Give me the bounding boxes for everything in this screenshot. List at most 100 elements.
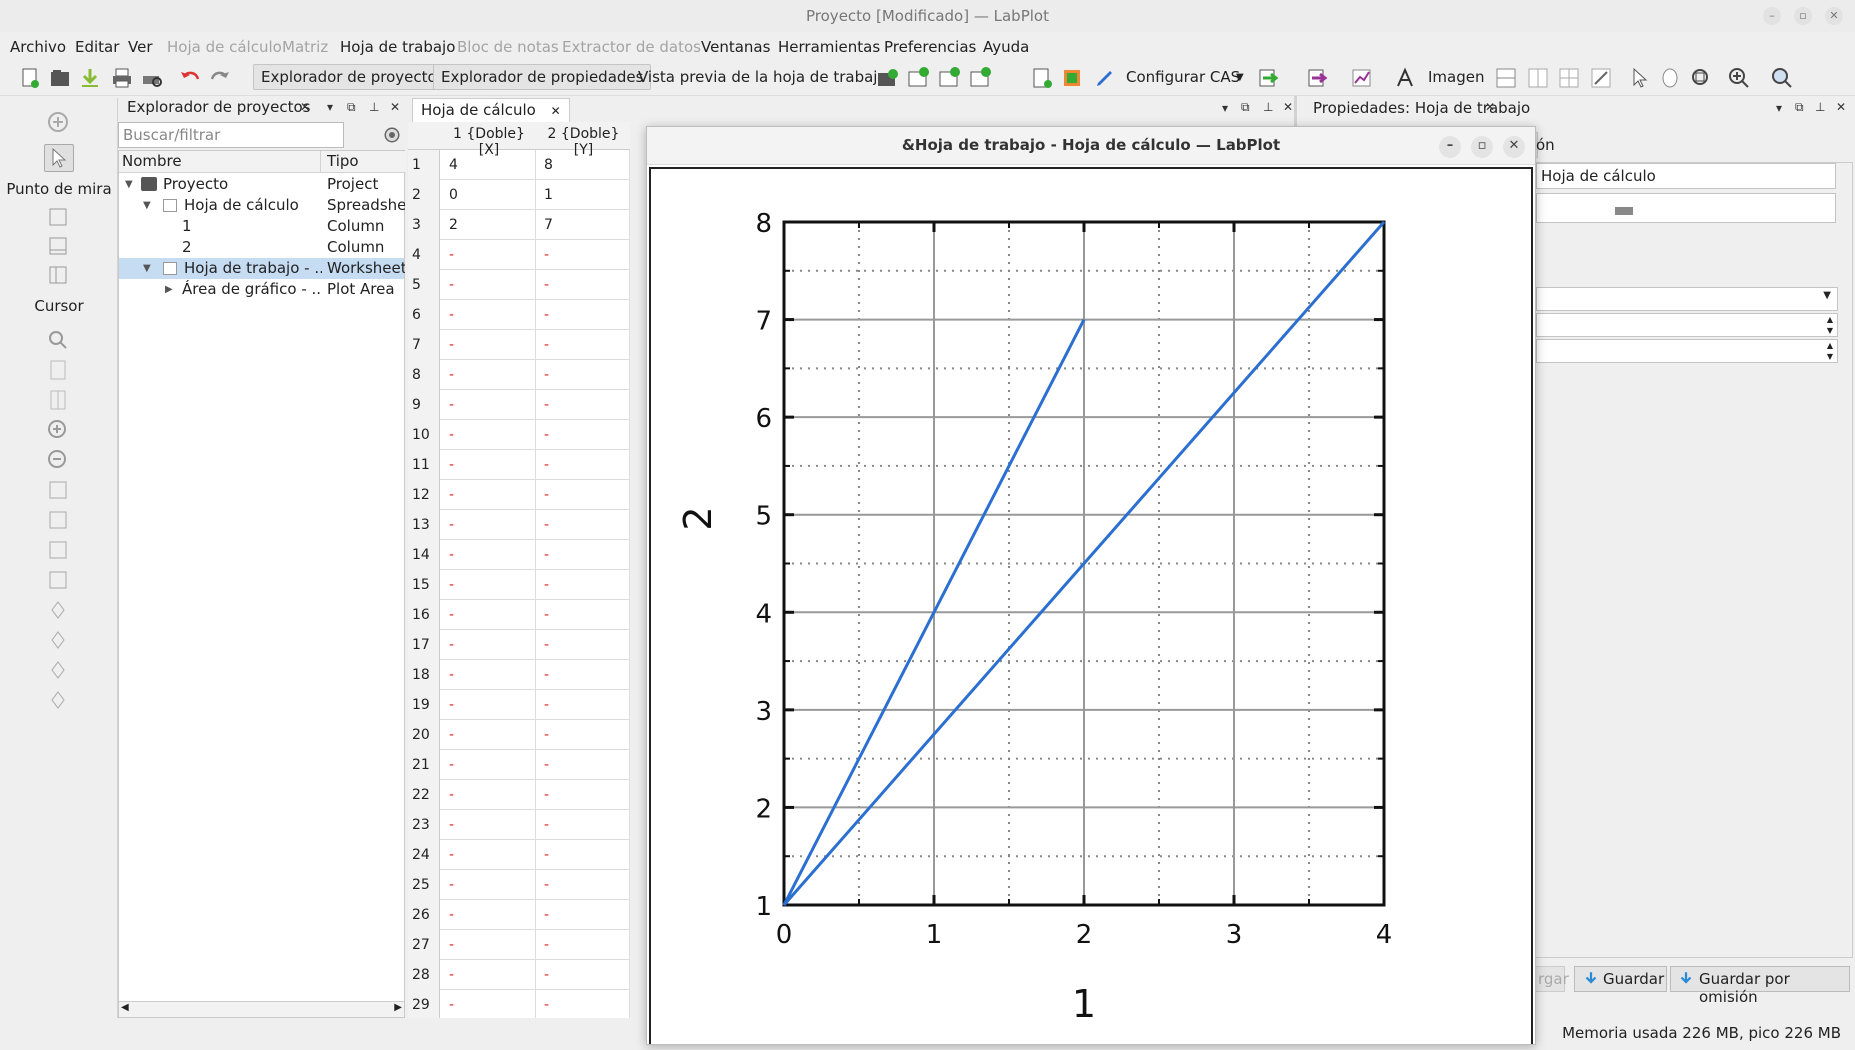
text-label-icon[interactable] [1393, 66, 1417, 90]
zoom-selection-icon[interactable] [46, 205, 70, 229]
select-mode-icon[interactable] [1627, 66, 1651, 90]
cell-x[interactable]: - [442, 750, 536, 780]
break-layout-icon[interactable] [1589, 66, 1613, 90]
horizontal-scrollbar[interactable]: ◀ ▶ [119, 1001, 404, 1017]
layout-horizontal-icon[interactable] [1526, 66, 1550, 90]
float-icon[interactable]: ⧉ [1795, 100, 1804, 115]
row-number[interactable]: 27 [408, 930, 440, 960]
close-dock-icon[interactable]: ✕ [390, 100, 400, 114]
undo-icon[interactable] [178, 66, 202, 90]
row-number[interactable]: 9 [408, 390, 440, 420]
cell-y[interactable]: - [537, 240, 630, 270]
cell-y[interactable]: - [537, 960, 630, 990]
cell-x[interactable]: - [442, 420, 536, 450]
chevron-down-icon[interactable]: ▾ [1222, 101, 1228, 115]
cell-x[interactable]: 0 [442, 180, 536, 210]
col-name-header[interactable]: Nombre [122, 152, 182, 170]
cell-y[interactable]: - [537, 360, 630, 390]
menu-archivo[interactable]: Archivo [10, 38, 66, 56]
import-icon[interactable] [1257, 66, 1281, 90]
height-spinbox[interactable]: ▲ ▼ [1536, 339, 1838, 363]
cell-x[interactable]: - [442, 330, 536, 360]
row-number[interactable]: 28 [408, 960, 440, 990]
shift-up-icon[interactable] [46, 658, 70, 682]
pin-icon[interactable]: ⊥ [1815, 100, 1825, 114]
cell-y[interactable]: - [537, 420, 630, 450]
cell-y[interactable]: 7 [537, 210, 630, 240]
crosshair-label[interactable]: Punto de mira [0, 180, 118, 198]
row-number[interactable]: 20 [408, 720, 440, 750]
new-matrix-icon[interactable] [937, 66, 961, 90]
cell-y[interactable]: 1 [537, 180, 630, 210]
cell-x[interactable]: - [442, 690, 536, 720]
row-number[interactable]: 24 [408, 840, 440, 870]
close-icon[interactable]: ✕ [1825, 7, 1843, 25]
shift-left-icon[interactable] [46, 598, 70, 622]
maximize-icon[interactable]: ▫ [1471, 136, 1493, 158]
cell-x[interactable]: - [442, 510, 536, 540]
row-number[interactable]: 3 [408, 210, 440, 240]
cell-x[interactable]: - [442, 450, 536, 480]
cell-x[interactable]: - [442, 480, 536, 510]
cell-y[interactable]: - [537, 990, 630, 1020]
new-spreadsheet-icon[interactable] [906, 66, 930, 90]
cell-y[interactable]: - [537, 450, 630, 480]
tree-row-project[interactable]: ▼ Proyecto Project [119, 174, 404, 195]
open-folder-icon[interactable] [48, 66, 72, 90]
pin-icon[interactable]: ⊥ [1263, 100, 1273, 114]
cell-y[interactable]: - [537, 660, 630, 690]
menu-herramientas[interactable]: Herramientas [778, 38, 880, 56]
cell-y[interactable]: - [537, 870, 630, 900]
load-button[interactable]: rgar [1535, 966, 1569, 992]
chevron-down-icon[interactable]: ▼ [143, 195, 151, 216]
row-number[interactable]: 23 [408, 810, 440, 840]
data-picker-icon[interactable] [1061, 66, 1085, 90]
close-icon[interactable]: ✕ [1283, 100, 1293, 114]
row-number[interactable]: 12 [408, 480, 440, 510]
col-header-x[interactable]: 1 {Doble} [X] [442, 126, 536, 158]
redo-icon[interactable] [208, 66, 232, 90]
tree-row-column-1[interactable]: 1 Column [119, 216, 404, 237]
spinner-icon[interactable]: ▲ ▼ [1827, 314, 1833, 336]
cell-x[interactable]: - [442, 870, 536, 900]
row-number[interactable]: 4 [408, 240, 440, 270]
zoom-out-icon[interactable] [46, 448, 70, 472]
cell-y[interactable]: - [537, 570, 630, 600]
chevron-right-icon[interactable]: ▶ [165, 279, 173, 300]
menu-hoja-calculo[interactable]: Hoja de cálculo [167, 38, 282, 56]
page-icon[interactable] [46, 358, 70, 382]
export-icon[interactable] [1306, 66, 1330, 90]
new-worksheet-icon[interactable] [968, 66, 992, 90]
tab-spreadsheet[interactable]: Hoja de cálculo ✕ [412, 98, 570, 122]
cell-x[interactable]: - [442, 600, 536, 630]
add-icon[interactable] [46, 110, 70, 134]
cell-x[interactable]: - [442, 570, 536, 600]
row-number[interactable]: 19 [408, 690, 440, 720]
new-folder-icon[interactable] [875, 66, 899, 90]
shift-right-icon[interactable] [46, 628, 70, 652]
image-button[interactable]: Imagen [1428, 68, 1484, 86]
tree-row-column-2[interactable]: 2 Column [119, 237, 404, 258]
close-icon[interactable]: ✕ [300, 100, 310, 114]
menu-ayuda[interactable]: Ayuda [983, 38, 1029, 56]
new-notes-icon[interactable] [1030, 66, 1054, 90]
chevron-down-icon[interactable]: ▼ [1236, 72, 1244, 83]
property-explorer-button[interactable]: Explorador de propiedades [433, 64, 652, 90]
menu-extractor-datos[interactable]: Extractor de datos [562, 38, 701, 56]
navigation-mode-icon[interactable] [1658, 66, 1682, 90]
menu-preferencias[interactable]: Preferencias [884, 38, 976, 56]
magnifier-icon[interactable] [46, 328, 70, 352]
cell-y[interactable]: - [537, 600, 630, 630]
float-icon[interactable]: ⧉ [1241, 100, 1250, 115]
cell-y[interactable]: - [537, 300, 630, 330]
chevron-down-icon[interactable]: ▾ [327, 100, 333, 114]
close-tab-icon[interactable]: ✕ [551, 104, 561, 118]
row-number[interactable]: 2 [408, 180, 440, 210]
cell-y[interactable]: - [537, 540, 630, 570]
cell-y[interactable]: - [537, 840, 630, 870]
cell-x[interactable]: - [442, 270, 536, 300]
tree-row-plot-area[interactable]: ▶ Área de gráfico - ... Plot Area [119, 279, 404, 300]
row-number[interactable]: 29 [408, 990, 440, 1020]
row-number[interactable]: 7 [408, 330, 440, 360]
cursor-label[interactable]: Cursor [0, 297, 118, 315]
